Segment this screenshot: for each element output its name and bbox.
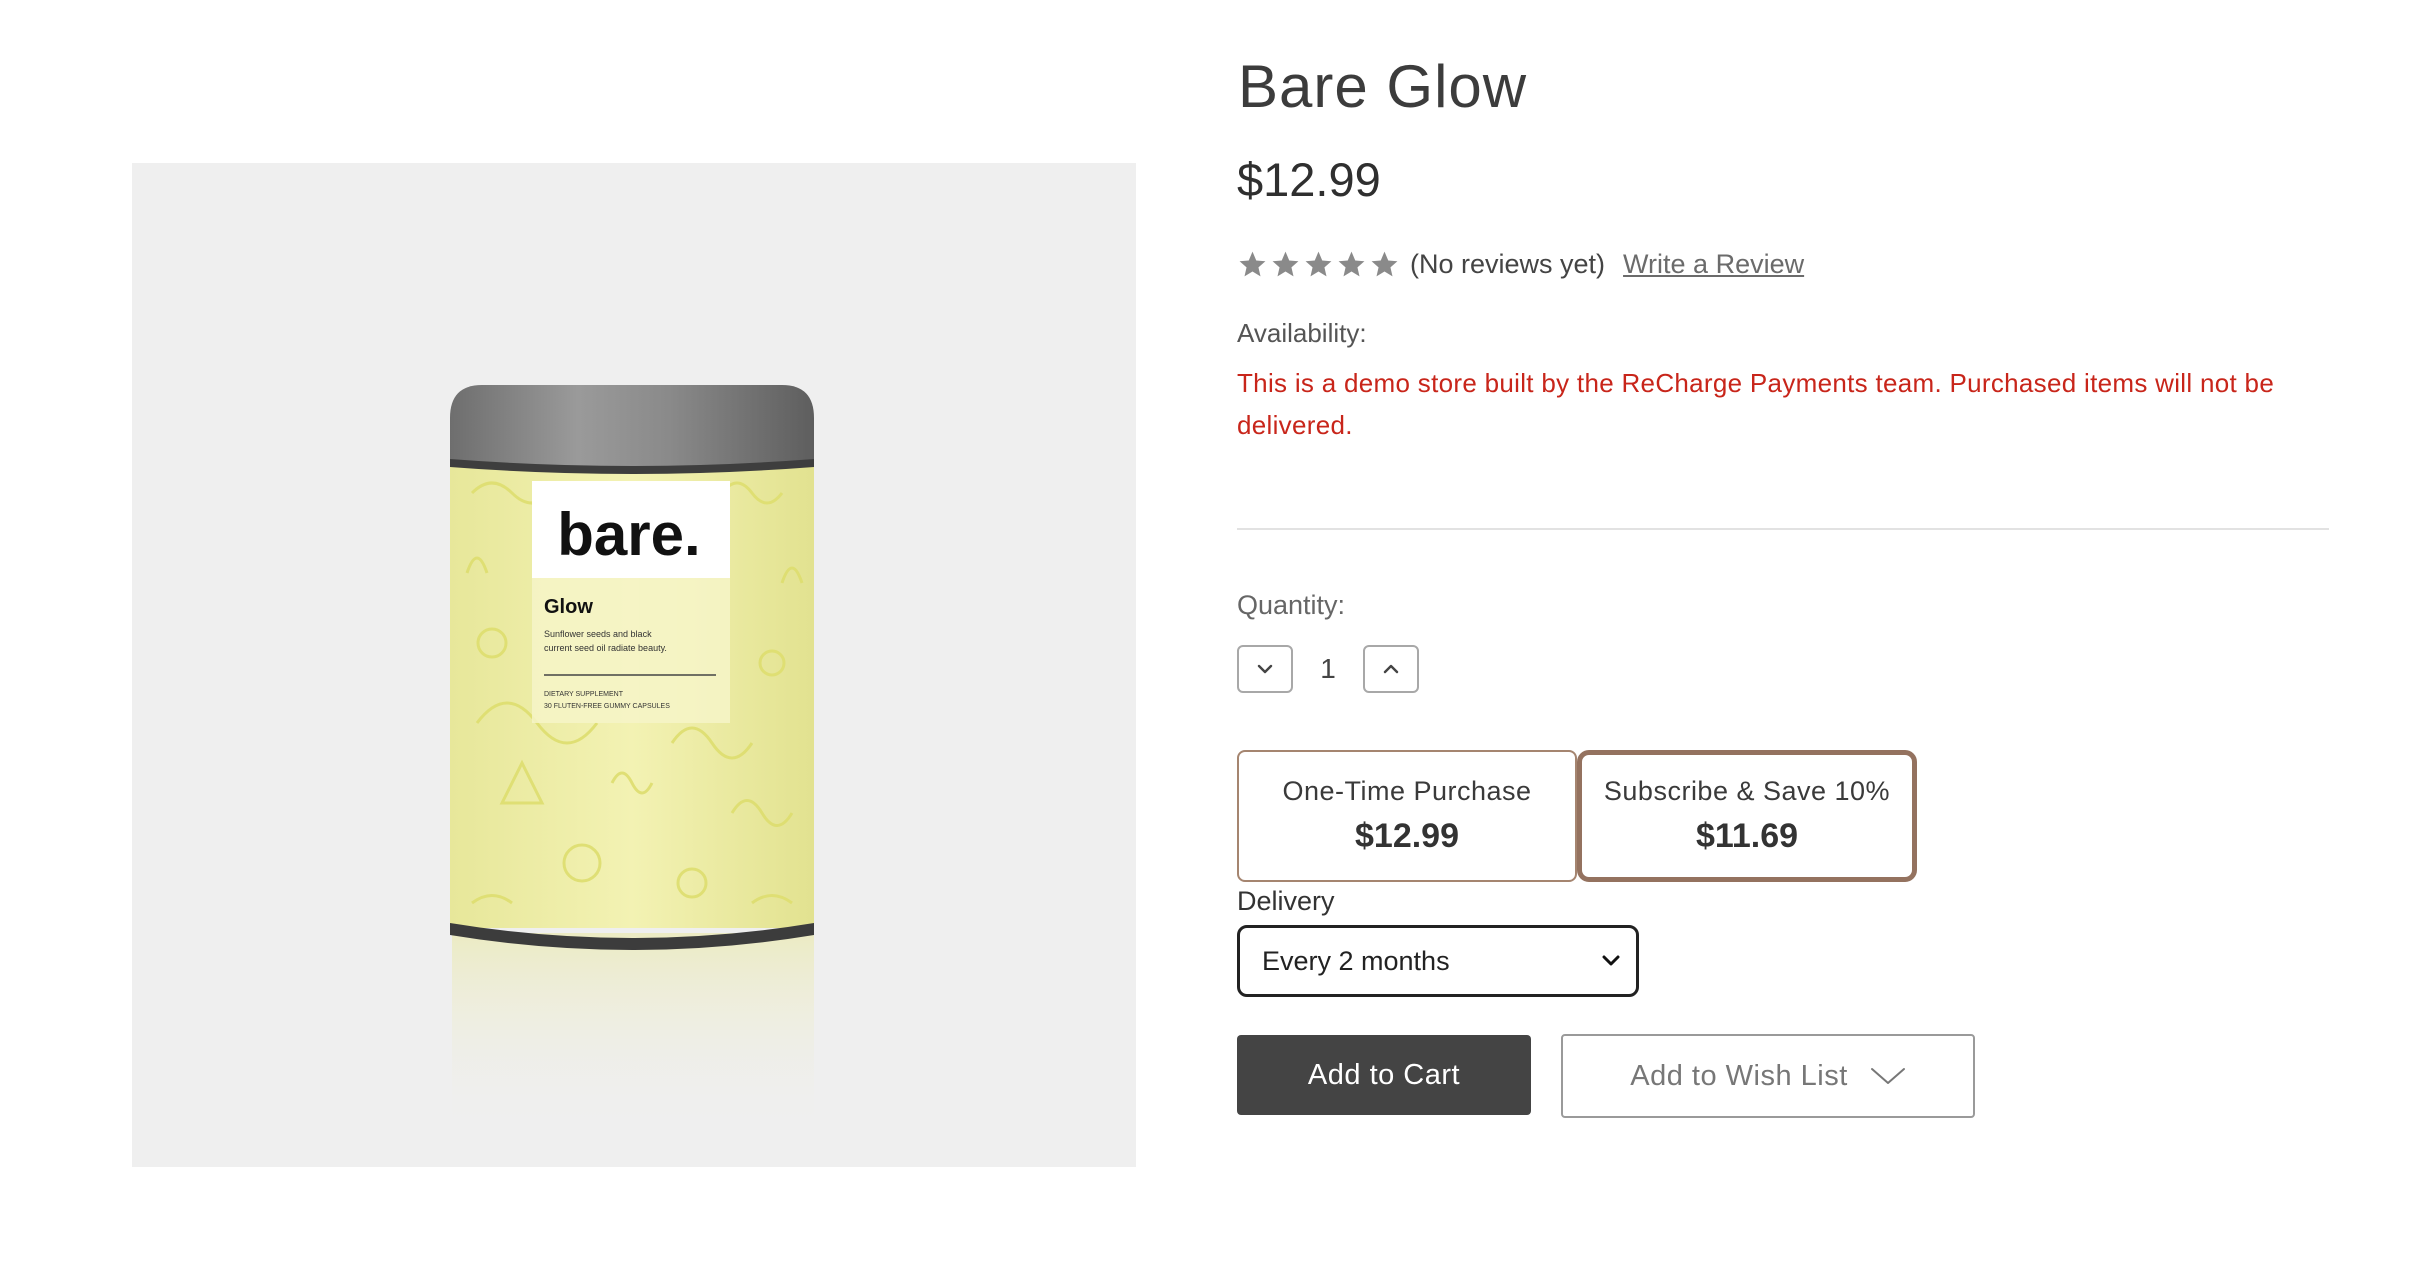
availability-label: Availability: xyxy=(1237,318,1367,348)
chevron-down-icon xyxy=(1602,955,1620,966)
tin-description-line2: current seed oil radiate beauty. xyxy=(544,643,667,653)
divider xyxy=(1237,528,2329,530)
subscribe-save-option[interactable]: Subscribe & Save 10% $11.69 xyxy=(1577,750,1917,882)
tin-description-line1: Sunflower seeds and black xyxy=(544,629,652,639)
one-time-purchase-option[interactable]: One-Time Purchase $12.99 xyxy=(1237,750,1577,882)
rating-row: (No reviews yet) Write a Review xyxy=(1237,244,1804,284)
product-tin-illustration: bare. Glow Sunflower seeds and black cur… xyxy=(450,385,814,1133)
tin-name-text: Glow xyxy=(544,596,593,618)
quantity-label: Quantity: xyxy=(1237,590,1346,620)
chevron-down-icon xyxy=(1870,1068,1905,1084)
quantity-stepper: 1 xyxy=(1237,645,1419,693)
wishlist-label: Add to Wish List xyxy=(1630,1059,1848,1092)
tin-brand-text: bare. xyxy=(557,501,700,568)
star-icon xyxy=(1336,249,1367,280)
delivery-label: Delivery xyxy=(1237,886,1335,916)
star-icon xyxy=(1369,249,1400,280)
write-review-link[interactable]: Write a Review xyxy=(1623,249,1804,280)
star-icon xyxy=(1237,249,1268,280)
add-to-wishlist-button[interactable]: Add to Wish List xyxy=(1561,1034,1975,1118)
option-label: Subscribe & Save 10% xyxy=(1603,776,1891,806)
star-icon xyxy=(1270,249,1301,280)
option-price: $11.69 xyxy=(1695,817,1799,855)
add-to-cart-button[interactable]: Add to Cart xyxy=(1237,1035,1531,1115)
delivery-selected-value: Every 2 months xyxy=(1262,945,1450,976)
delivery-frequency-select[interactable]: Every 2 months xyxy=(1237,925,1639,997)
chevron-up-icon xyxy=(1383,664,1399,674)
star-icon xyxy=(1303,249,1334,280)
option-label: One-Time Purchase xyxy=(1282,776,1532,806)
tin-supplement-line1: DIETARY SUPPLEMENT xyxy=(544,691,624,698)
availability-message: This is a demo store built by the ReChar… xyxy=(1237,368,2275,440)
product-image[interactable]: bare. Glow Sunflower seeds and black cur… xyxy=(132,163,1136,1167)
star-rating xyxy=(1237,249,1400,280)
product-actions: Add to Cart Add to Wish List xyxy=(1237,1034,1975,1118)
option-price: $12.99 xyxy=(1355,817,1459,855)
product-price: $12.99 xyxy=(1237,153,1381,206)
reviews-count: (No reviews yet) xyxy=(1410,248,1606,279)
chevron-down-icon xyxy=(1257,664,1273,674)
purchase-options: One-Time Purchase $12.99 Subscribe & Sav… xyxy=(1237,750,1917,882)
quantity-decrement-button[interactable] xyxy=(1237,645,1293,693)
tin-supplement-line2: 30 FLUTEN-FREE GUMMY CAPSULES xyxy=(544,703,670,710)
quantity-value[interactable]: 1 xyxy=(1293,653,1363,685)
product-title: Bare Glow xyxy=(1238,53,1528,120)
quantity-increment-button[interactable] xyxy=(1363,645,1419,693)
